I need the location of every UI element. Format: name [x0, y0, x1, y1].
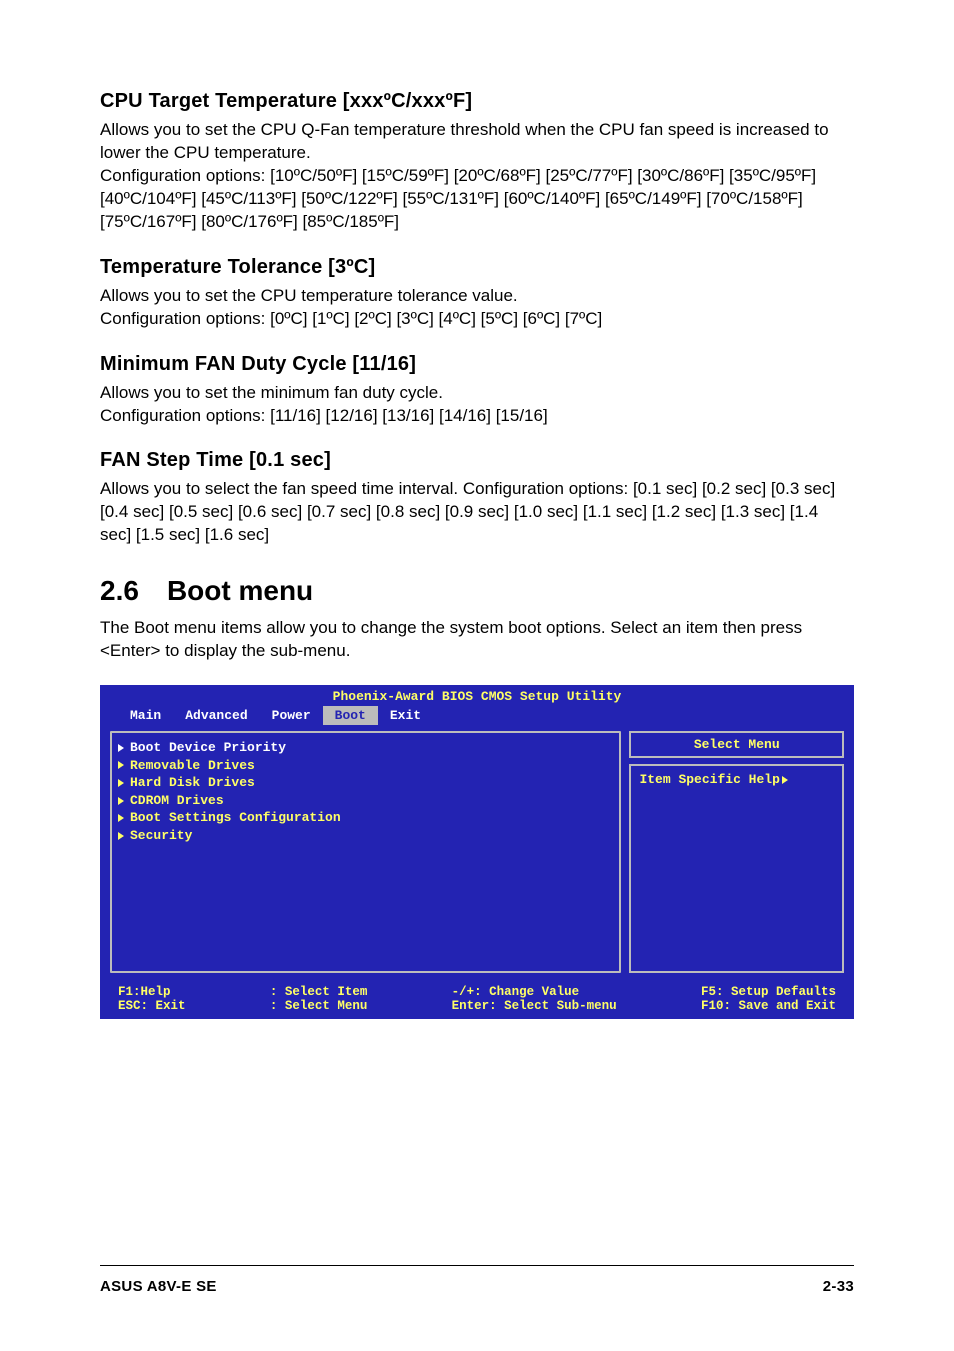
submenu-arrow-icon	[118, 744, 124, 752]
body-min-fan: Allows you to set the minimum fan duty c…	[100, 382, 854, 428]
bios-footer-col3: -/+: Change ValueEnter: Select Sub-menu	[452, 985, 617, 1013]
body-fan-step: Allows you to select the fan speed time …	[100, 478, 854, 547]
submenu-arrow-icon	[118, 779, 124, 787]
submenu-arrow-icon	[118, 797, 124, 805]
bios-footer-text: F5: Setup Defaults	[701, 985, 836, 999]
chapter-title: Boot menu	[167, 575, 313, 606]
chapter-intro: The Boot menu items allow you to change …	[100, 617, 854, 663]
chapter-heading: 2.6 Boot menu	[100, 575, 854, 607]
bios-select-menu-box: Select Menu	[629, 731, 844, 758]
body-temp-tolerance: Allows you to set the CPU temperature to…	[100, 285, 854, 331]
footer-page-number: 2-33	[823, 1278, 854, 1295]
chapter-number: 2.6	[100, 575, 139, 607]
bios-footer-col1: F1:HelpESC: Exit	[118, 985, 186, 1013]
bios-help-label: Item Specific Help	[639, 772, 779, 787]
bios-menu-panel: Boot Device Priority Removable Drives Ha…	[110, 731, 621, 973]
help-arrow-icon	[782, 776, 788, 784]
bios-tab-exit[interactable]: Exit	[378, 706, 433, 725]
bios-item-label: CDROM Drives	[130, 792, 224, 810]
bios-footer-text: -/+: Change Value	[452, 985, 617, 999]
bios-footer-col4: F5: Setup DefaultsF10: Save and Exit	[701, 985, 836, 1013]
heading-fan-step: FAN Step Time [0.1 sec]	[100, 449, 854, 472]
submenu-arrow-icon	[118, 761, 124, 769]
bios-item-label: Boot Device Priority	[130, 739, 286, 757]
bios-footer-text: : Select Menu	[270, 999, 368, 1013]
body-cpu-target: Allows you to set the CPU Q-Fan temperat…	[100, 119, 854, 234]
bios-item-cdrom-drives[interactable]: CDROM Drives	[118, 792, 611, 810]
submenu-arrow-icon	[118, 832, 124, 840]
bios-title: Phoenix-Award BIOS CMOS Setup Utility	[100, 685, 854, 706]
bios-tabs: Main Advanced Power Boot Exit	[100, 706, 854, 725]
bios-footer: F1:HelpESC: Exit : Select Item: Select M…	[100, 981, 854, 1019]
bios-tab-boot[interactable]: Boot	[323, 706, 378, 725]
heading-cpu-target: CPU Target Temperature [xxxºC/xxxºF]	[100, 90, 854, 113]
bios-item-label: Security	[130, 827, 192, 845]
bios-item-security[interactable]: Security	[118, 827, 611, 845]
bios-footer-text: Enter: Select Sub-menu	[452, 999, 617, 1013]
bios-tab-advanced[interactable]: Advanced	[173, 706, 259, 725]
bios-footer-col2: : Select Item: Select Menu	[270, 985, 368, 1013]
bios-item-boot-device-priority[interactable]: Boot Device Priority	[118, 739, 611, 757]
bios-item-label: Boot Settings Configuration	[130, 809, 341, 827]
bios-item-boot-settings-configuration[interactable]: Boot Settings Configuration	[118, 809, 611, 827]
bios-footer-text: ESC: Exit	[118, 999, 186, 1013]
bios-screenshot: Phoenix-Award BIOS CMOS Setup Utility Ma…	[100, 685, 854, 1019]
bios-item-hard-disk-drives[interactable]: Hard Disk Drives	[118, 774, 611, 792]
bios-tab-main[interactable]: Main	[118, 706, 173, 725]
bios-item-removable-drives[interactable]: Removable Drives	[118, 757, 611, 775]
bios-help-box: Item Specific Help	[629, 764, 844, 973]
bios-footer-text: F10: Save and Exit	[701, 999, 836, 1013]
bios-item-label: Hard Disk Drives	[130, 774, 255, 792]
heading-min-fan: Minimum FAN Duty Cycle [11/16]	[100, 353, 854, 376]
bios-tab-power[interactable]: Power	[260, 706, 323, 725]
submenu-arrow-icon	[118, 814, 124, 822]
heading-temp-tolerance: Temperature Tolerance [3ºC]	[100, 256, 854, 279]
bios-item-label: Removable Drives	[130, 757, 255, 775]
bios-footer-text: : Select Item	[270, 985, 368, 999]
page-footer: ASUS A8V-E SE 2-33	[100, 1265, 854, 1295]
footer-product: ASUS A8V-E SE	[100, 1278, 217, 1295]
bios-footer-text: F1:Help	[118, 985, 186, 999]
